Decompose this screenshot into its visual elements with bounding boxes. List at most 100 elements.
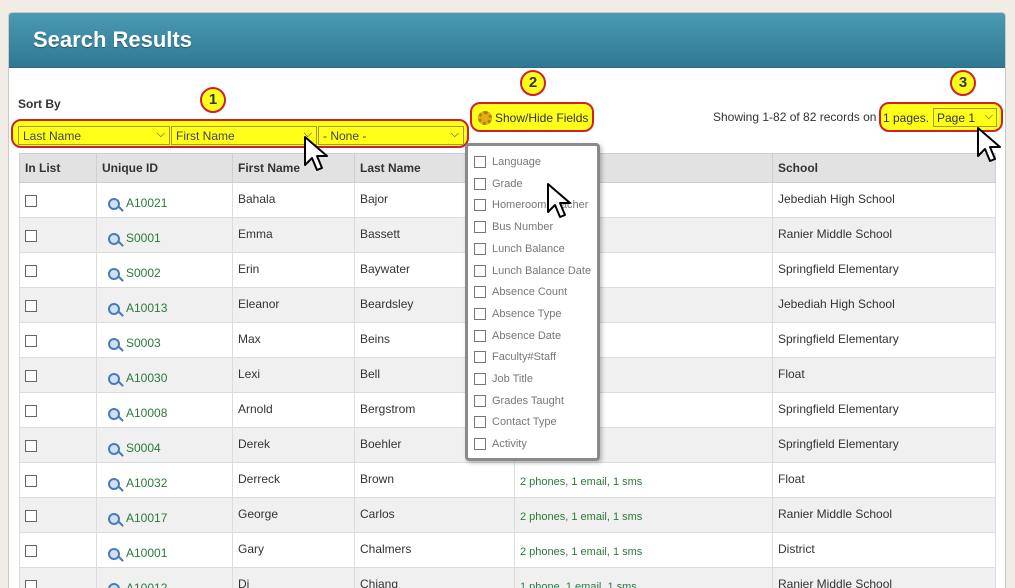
unique-id-cell: A10017 <box>96 497 233 533</box>
field-option[interactable]: Absence Date <box>474 330 561 342</box>
column-header-in-list[interactable]: In List <box>19 153 97 183</box>
unique-id-link[interactable]: S0003 <box>126 332 161 350</box>
unique-id-link[interactable]: A10012 <box>126 577 167 588</box>
field-option[interactable]: Bus Number <box>474 221 554 234</box>
sort-third-select[interactable]: - None - ⌵ <box>318 126 464 145</box>
in-list-checkbox[interactable] <box>25 405 37 417</box>
in-list-cell <box>19 462 97 498</box>
show-hide-fields-button[interactable]: Show/Hide Fields <box>470 102 594 132</box>
school-cell: Jebediah High School <box>772 287 996 323</box>
chevron-down-icon: ⌵ <box>450 128 459 140</box>
column-header-first-name[interactable]: First Name <box>232 153 355 183</box>
field-checkbox[interactable] <box>474 199 486 212</box>
in-list-checkbox[interactable] <box>25 370 37 382</box>
unique-id-cell: S0001 <box>96 217 233 253</box>
field-option[interactable]: Lunch Balance Date <box>474 265 591 277</box>
search-icon[interactable] <box>108 267 120 280</box>
mouse-cursor-icon <box>977 127 1001 162</box>
search-icon[interactable] <box>108 547 120 560</box>
contact-summary-link[interactable]: 2 phones, 1 email, 1 sms <box>520 507 642 523</box>
in-list-checkbox[interactable] <box>25 475 37 487</box>
search-icon[interactable] <box>108 477 120 490</box>
sort-second-value: First Name <box>176 129 235 143</box>
field-checkbox[interactable] <box>474 373 486 386</box>
field-option[interactable]: Activity <box>474 438 527 451</box>
unique-id-link[interactable]: A10017 <box>126 507 167 525</box>
in-list-checkbox[interactable] <box>25 265 37 277</box>
field-checkbox[interactable] <box>474 286 486 299</box>
school-cell: Jebediah High School <box>772 182 996 218</box>
search-icon[interactable] <box>108 582 120 588</box>
search-icon[interactable] <box>108 337 120 350</box>
field-option[interactable]: Grades Taught <box>474 395 564 407</box>
field-checkbox[interactable] <box>474 307 486 320</box>
field-option-label: Absence Count <box>492 286 568 299</box>
search-icon[interactable] <box>108 232 120 245</box>
unique-id-link[interactable]: A10030 <box>126 367 167 385</box>
in-list-checkbox[interactable] <box>25 335 37 347</box>
field-checkbox[interactable] <box>474 221 486 234</box>
sort-first-select[interactable]: Last Name ⌵ <box>18 126 170 145</box>
search-icon[interactable] <box>108 442 120 455</box>
search-icon[interactable] <box>108 197 120 210</box>
contact-summary-link[interactable]: 1 phone, 1 email, 1 sms <box>520 577 637 588</box>
page-select[interactable]: Page 1 ⌵ <box>933 108 997 127</box>
unique-id-link[interactable]: S0004 <box>126 437 161 455</box>
in-list-checkbox[interactable] <box>25 300 37 312</box>
contact-summary-link[interactable]: 2 phones, 1 email, 1 sms <box>520 542 642 558</box>
field-option[interactable]: Job Title <box>474 373 533 386</box>
mouse-cursor-icon <box>304 136 328 171</box>
unique-id-link[interactable]: A10013 <box>126 297 167 315</box>
field-checkbox[interactable] <box>474 438 486 451</box>
in-list-cell <box>19 567 97 588</box>
in-list-checkbox[interactable] <box>25 510 37 522</box>
field-checkbox[interactable] <box>474 177 486 190</box>
first-name-cell: Arnold <box>232 392 355 428</box>
in-list-cell <box>19 217 97 253</box>
in-list-checkbox[interactable] <box>25 545 37 557</box>
field-option-label: Grades Taught <box>492 394 564 407</box>
unique-id-link[interactable]: A10008 <box>126 402 167 420</box>
mouse-cursor-icon <box>547 183 571 218</box>
sort-second-select[interactable]: First Name ⌵ <box>171 126 317 145</box>
column-header-unique-id[interactable]: Unique ID <box>96 153 233 183</box>
in-list-checkbox[interactable] <box>25 195 37 207</box>
first-name-cell: George <box>232 497 355 533</box>
unique-id-link[interactable]: A10001 <box>126 542 167 560</box>
field-option[interactable]: Lunch Balance <box>474 243 565 255</box>
field-option[interactable]: Absence Count <box>474 286 568 299</box>
contact-summary-link[interactable]: 2 phones, 1 email, 1 sms <box>520 472 642 488</box>
field-checkbox[interactable] <box>474 416 486 429</box>
school-cell: Ranier Middle School <box>772 497 996 533</box>
search-icon[interactable] <box>108 372 120 385</box>
last-name-cell: Carlos <box>354 497 515 533</box>
search-icon[interactable] <box>108 512 120 525</box>
search-icon[interactable] <box>108 407 120 420</box>
unique-id-link[interactable]: S0002 <box>126 262 161 280</box>
unique-id-link[interactable]: S0001 <box>126 227 161 245</box>
field-checkbox[interactable] <box>474 394 486 407</box>
column-header-school[interactable]: School <box>772 153 996 183</box>
field-option[interactable]: Faculty#Staff <box>474 351 556 364</box>
field-option-label: Bus Number <box>492 221 554 234</box>
in-list-checkbox[interactable] <box>25 440 37 452</box>
field-option[interactable]: Grade <box>474 178 523 190</box>
field-checkbox[interactable] <box>474 351 486 364</box>
field-option[interactable]: Language <box>474 156 541 169</box>
search-icon[interactable] <box>108 302 120 315</box>
unique-id-link[interactable]: A10032 <box>126 472 167 490</box>
field-checkbox[interactable] <box>474 242 486 255</box>
field-option[interactable]: Contact Type <box>474 416 557 429</box>
field-option-label: Grade <box>492 177 523 190</box>
field-checkbox[interactable] <box>474 264 486 277</box>
contact-cell: 1 phone, 1 email, 1 sms <box>514 567 773 588</box>
chevron-down-icon: ⌵ <box>156 128 165 140</box>
in-list-checkbox[interactable] <box>25 580 37 588</box>
school-cell: Springfield Elementary <box>772 252 996 288</box>
page-title: Search Results <box>33 27 192 52</box>
field-option[interactable]: Absence Type <box>474 308 562 320</box>
in-list-checkbox[interactable] <box>25 230 37 242</box>
unique-id-link[interactable]: A10021 <box>126 192 167 210</box>
field-checkbox[interactable] <box>474 329 486 342</box>
field-checkbox[interactable] <box>474 156 486 169</box>
